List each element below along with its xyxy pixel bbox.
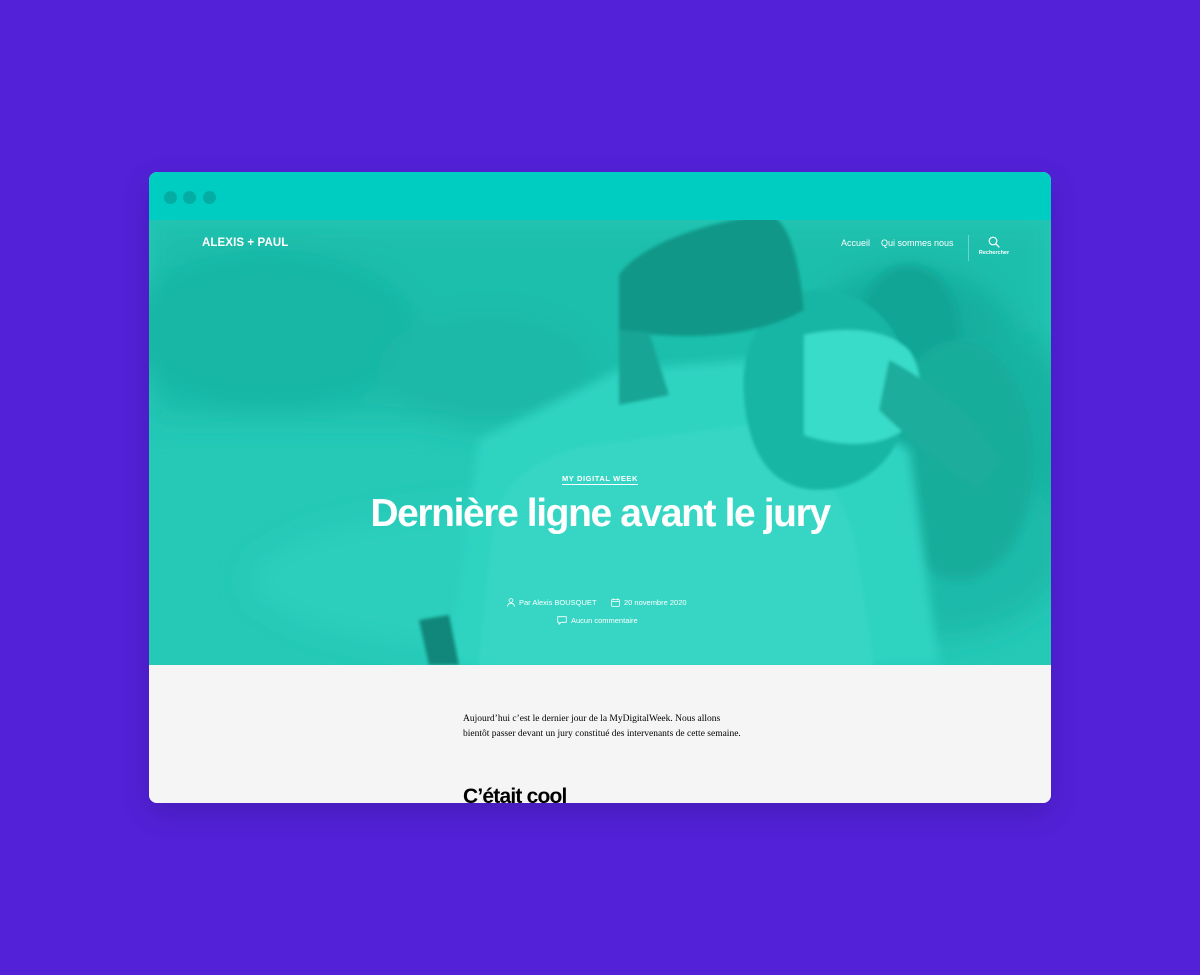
comment-icon bbox=[557, 616, 567, 625]
nav-item-qui-sommes-nous[interactable]: Qui sommes nous bbox=[881, 238, 954, 248]
browser-titlebar bbox=[149, 172, 1051, 220]
search-toggle-button[interactable]: Rechercher bbox=[975, 236, 1013, 262]
window-control-dot[interactable] bbox=[183, 191, 196, 204]
window-control-dot[interactable] bbox=[164, 191, 177, 204]
search-label: Rechercher bbox=[978, 250, 1010, 256]
comments-link[interactable]: Aucun commentaire bbox=[571, 616, 638, 625]
author-link[interactable]: Par Alexis BOUSQUET bbox=[519, 598, 597, 607]
site-title[interactable]: ALEXIS + PAUL bbox=[202, 237, 288, 249]
date-link[interactable]: 20 novembre 2020 bbox=[624, 598, 687, 607]
category-link[interactable]: MY DIGITAL WEEK bbox=[561, 474, 639, 485]
user-icon bbox=[507, 598, 515, 607]
nav-item-accueil[interactable]: Accueil bbox=[841, 238, 870, 248]
post-author: Par Alexis BOUSQUET bbox=[507, 598, 597, 607]
content-subheading: C’était cool bbox=[463, 785, 567, 803]
post-content: Aujourd’hui c’est le dernier jour de la … bbox=[149, 665, 1051, 803]
window-control-dot[interactable] bbox=[203, 191, 216, 204]
post-date: 20 novembre 2020 bbox=[611, 598, 687, 607]
post-comments: Aucun commentaire bbox=[557, 616, 638, 625]
search-icon bbox=[988, 236, 1000, 248]
browser-window: ALEXIS + PAUL Accueil Qui sommes nous Re… bbox=[149, 172, 1051, 803]
calendar-icon bbox=[611, 598, 620, 607]
post-title: Dernière ligne avant le jury bbox=[370, 492, 831, 535]
hero-background-image bbox=[149, 220, 1051, 665]
hero-header: ALEXIS + PAUL Accueil Qui sommes nous Re… bbox=[149, 220, 1051, 665]
post-category: MY DIGITAL WEEK bbox=[149, 468, 1051, 486]
intro-paragraph: Aujourd’hui c’est le dernier jour de la … bbox=[463, 714, 741, 739]
nav-divider bbox=[968, 235, 969, 261]
